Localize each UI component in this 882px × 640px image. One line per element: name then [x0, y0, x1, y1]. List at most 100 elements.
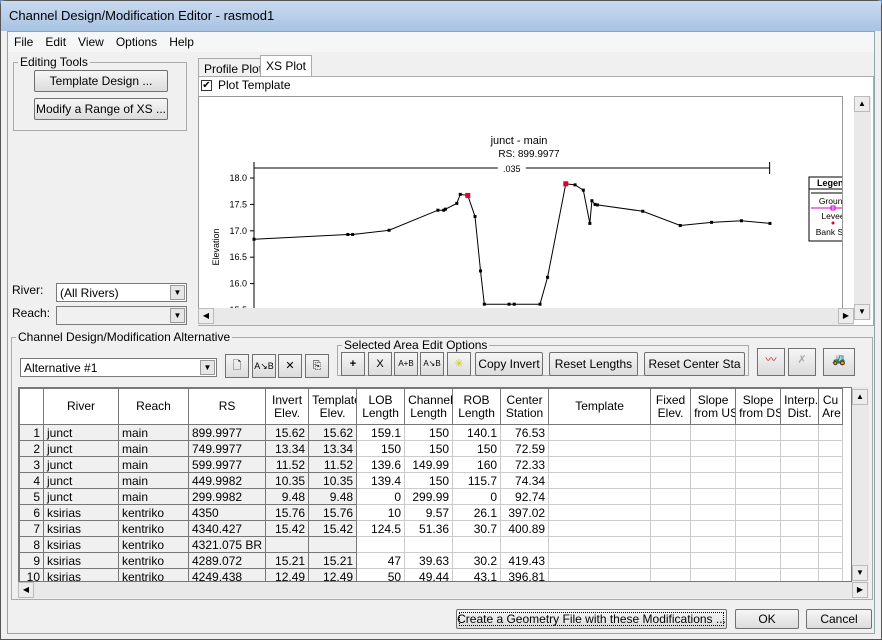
table-cell[interactable]: 396.81 [500, 568, 550, 581]
scroll-down-icon[interactable]: ▼ [854, 304, 870, 320]
table-cell[interactable] [548, 536, 652, 553]
table-cell[interactable]: junct [43, 424, 119, 441]
table-cell[interactable]: 3 [19, 456, 44, 473]
table-cell[interactable]: 30.7 [452, 520, 502, 537]
column-header[interactable]: Invert Elev. [265, 388, 310, 425]
table-cell[interactable] [818, 536, 844, 553]
highlight-icon[interactable]: ✳ [447, 352, 471, 376]
table-cell[interactable]: 15.42 [308, 520, 358, 537]
table-cell[interactable]: ksirias [43, 568, 119, 581]
table-cell[interactable] [690, 456, 737, 473]
column-header[interactable]: ROB Length [452, 388, 502, 425]
table-cell[interactable]: 26.1 [452, 504, 502, 521]
delete-alternative-icon[interactable]: ✕ [278, 354, 302, 378]
table-cell[interactable]: 10 [356, 504, 406, 521]
table-cell[interactable]: 15.42 [265, 520, 310, 537]
table-cell[interactable] [818, 520, 844, 537]
table-cell[interactable]: 15.62 [308, 424, 358, 441]
chevron-down-icon[interactable]: ▼ [170, 285, 185, 300]
table-cell[interactable] [818, 504, 844, 521]
table-cell[interactable]: 115.7 [452, 472, 502, 489]
plot-template-checkbox[interactable]: ✔ [201, 80, 212, 91]
table-cell[interactable]: 43.1 [452, 568, 502, 581]
table-cell[interactable] [548, 440, 652, 457]
table-cell[interactable]: 449.9982 [187, 472, 267, 489]
copy-invert-button[interactable]: Copy Invert [475, 352, 543, 376]
table-cell[interactable]: junct [43, 456, 119, 473]
table-cell[interactable]: 4321.075 BR [187, 536, 267, 553]
table-cell[interactable]: 13.34 [308, 440, 358, 457]
table-cell[interactable]: kentriko [118, 568, 189, 581]
table-cell[interactable] [650, 440, 692, 457]
table-cell[interactable]: 139.6 [356, 456, 406, 473]
table-cell[interactable]: 0 [356, 488, 406, 505]
table-cell[interactable] [780, 568, 820, 581]
table-cell[interactable] [548, 424, 652, 441]
table-cell[interactable]: junct [43, 472, 119, 489]
a-plus-b-icon[interactable]: A+B [394, 352, 418, 376]
table-cell[interactable]: 2 [19, 440, 44, 457]
table-cell[interactable] [780, 536, 820, 553]
table-cell[interactable]: 10.35 [265, 472, 310, 489]
column-header[interactable] [19, 388, 44, 425]
chevron-down-icon[interactable]: ▼ [200, 360, 215, 375]
table-cell[interactable]: 140.1 [452, 424, 502, 441]
table-cell[interactable] [690, 536, 737, 553]
table-cell[interactable]: 150 [452, 440, 502, 457]
bulldozer-icon[interactable]: 🚜 [823, 348, 855, 376]
table-cell[interactable] [690, 552, 737, 569]
table-cell[interactable] [650, 504, 692, 521]
column-header[interactable]: Interp. Dist. [780, 388, 820, 425]
modify-range-xs-button[interactable]: Modify a Range of XS ... [34, 98, 168, 120]
table-cell[interactable]: 599.9977 [187, 456, 267, 473]
tab-xs-plot[interactable]: XS Plot [260, 55, 313, 76]
menu-edit[interactable]: Edit [39, 32, 72, 52]
table-cell[interactable] [818, 488, 844, 505]
scroll-right-icon[interactable]: ▶ [852, 582, 868, 598]
table-cell[interactable]: kentriko [118, 552, 189, 569]
table-cell[interactable] [780, 456, 820, 473]
table-cell[interactable]: 51.36 [404, 520, 454, 537]
table-cell[interactable] [650, 520, 692, 537]
table-cell[interactable]: 13.34 [265, 440, 310, 457]
scroll-up-icon[interactable]: ▲ [852, 389, 868, 405]
table-cell[interactable]: 76.53 [500, 424, 550, 441]
table-cell[interactable]: 15.21 [308, 552, 358, 569]
table-cell[interactable] [690, 520, 737, 537]
chevron-down-icon[interactable]: ▼ [170, 308, 185, 323]
reset-lengths-button[interactable]: Reset Lengths [549, 352, 638, 376]
column-header[interactable]: Channel Length [404, 388, 454, 425]
table-cell[interactable] [548, 504, 652, 521]
table-cell[interactable] [780, 520, 820, 537]
rename-alternative-icon[interactable]: A↘B [252, 354, 276, 378]
table-cell[interactable]: 72.33 [500, 456, 550, 473]
table-cell[interactable]: 150 [404, 440, 454, 457]
table-cell[interactable]: 397.02 [500, 504, 550, 521]
table-cell[interactable]: 419.43 [500, 552, 550, 569]
table-cell[interactable] [308, 536, 358, 553]
menu-options[interactable]: Options [110, 32, 163, 52]
xs-plot-disabled-icon[interactable]: ✗ [788, 348, 816, 376]
table-cell[interactable]: 4350 [187, 504, 267, 521]
table-cell[interactable] [548, 488, 652, 505]
column-header[interactable]: LOB Length [356, 388, 406, 425]
cancel-button[interactable]: Cancel [806, 609, 872, 629]
delete-row-icon[interactable]: X [368, 352, 392, 376]
table-cell[interactable] [735, 488, 782, 505]
table-cell[interactable] [650, 456, 692, 473]
table-cell[interactable]: 15.76 [265, 504, 310, 521]
alternative-select[interactable]: Alternative #1 ▼ [20, 358, 217, 377]
copy-alternative-icon[interactable]: ⎘ [305, 354, 329, 378]
table-cell[interactable]: 30.2 [452, 552, 502, 569]
table-cell[interactable] [650, 472, 692, 489]
table-cell[interactable] [735, 536, 782, 553]
template-design-button[interactable]: Template Design ... [34, 70, 168, 92]
column-header[interactable]: Fixed Elev. [650, 388, 692, 425]
table-cell[interactable] [780, 424, 820, 441]
table-cell[interactable]: 124.5 [356, 520, 406, 537]
table-cell[interactable]: 9.48 [308, 488, 358, 505]
xs-plot-check-icon[interactable]: 〰 [757, 348, 785, 376]
table-cell[interactable]: 400.89 [500, 520, 550, 537]
table-cell[interactable]: 159.1 [356, 424, 406, 441]
table-cell[interactable] [690, 488, 737, 505]
